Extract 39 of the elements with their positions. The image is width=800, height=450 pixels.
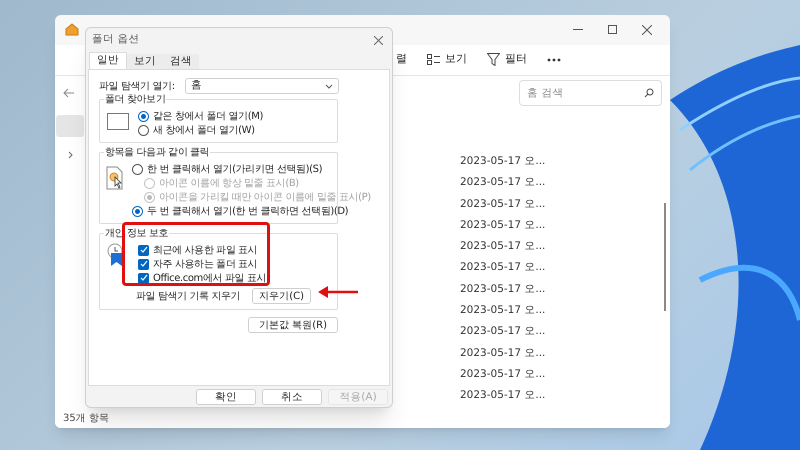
date-cell-text: 2023-05-17 오...	[460, 260, 546, 276]
tab[interactable]: 보기	[127, 54, 163, 69]
radio-label: 새 창에서 폴더 열기(W)	[153, 124, 255, 136]
group-title: 폴더 찾아보기	[104, 93, 166, 106]
date-cell-text: 2023-05-17 오...	[460, 154, 546, 169]
date-cell-text: 2023-05-17 오...	[460, 218, 546, 233]
status-bar-text: 35개 항목	[63, 412, 109, 426]
radio-label: 같은 창에서 폴더 열기(M)	[153, 110, 263, 122]
checkbox-label: 최근에 사용한 파일 표시	[153, 244, 258, 256]
clear-history-label: 파일 탐색기 기록 지우기	[136, 290, 240, 304]
open-in-dropdown[interactable]: 홈	[185, 78, 339, 94]
checkbox-label: Office.com에서 파일 표시	[153, 272, 266, 284]
tab[interactable]: 검색	[163, 54, 199, 69]
restore-defaults-button[interactable]: 기본값 복원(R)	[248, 317, 338, 333]
date-cell-text: 2023-05-17 오...	[460, 388, 546, 404]
group-title: 항목을 다음과 같이 클릭	[104, 146, 210, 159]
toolbar-button[interactable]: 렬	[396, 51, 407, 68]
search-field[interactable]: 홈 검색	[519, 80, 662, 106]
radio-label: 아이콘 이름에 항상 밑줄 표시(B)	[159, 176, 299, 190]
open-in-label: 파일 탐색기 열기:	[99, 80, 176, 94]
radio-label: 두 번 클릭해서 열기(한 번 클릭하면 선택됨)(D)	[147, 204, 348, 218]
dialog-title: 폴더 옵션	[92, 32, 140, 48]
toolbar-button[interactable]: 보기	[427, 51, 467, 68]
tab[interactable]: 일반	[89, 52, 127, 69]
date-cell-text: 2023-05-17 오...	[460, 324, 546, 340]
date-cell-text: 2023-05-17 오...	[460, 282, 546, 297]
dialog-button[interactable]: 취소	[262, 388, 322, 404]
dialog-button[interactable]: 확인	[196, 388, 256, 404]
date-cell-text: 2023-05-17 오...	[460, 346, 546, 361]
checkbox-label: 자주 사용하는 폴더 표시	[153, 258, 258, 270]
toolbar-button[interactable]: 필터	[487, 51, 527, 68]
date-cell-text: 2023-05-17 오...	[460, 366, 546, 382]
date-cell-text: 2023-05-17 오...	[460, 175, 546, 190]
clear-button[interactable]: 지우기(C)	[252, 288, 311, 304]
date-cell-text: 2023-05-17 오...	[460, 196, 546, 212]
radio-label: 한 번 클릭해서 열기(가리키면 선택됨)(S)	[147, 162, 322, 176]
date-cell-text: 2023-05-17 오...	[460, 303, 546, 318]
date-cell-text: 2023-05-17 오...	[460, 239, 546, 254]
radio-label: 아이콘을 가리킬 때만 아이콘 이름에 밑줄 표시(P)	[159, 190, 371, 204]
